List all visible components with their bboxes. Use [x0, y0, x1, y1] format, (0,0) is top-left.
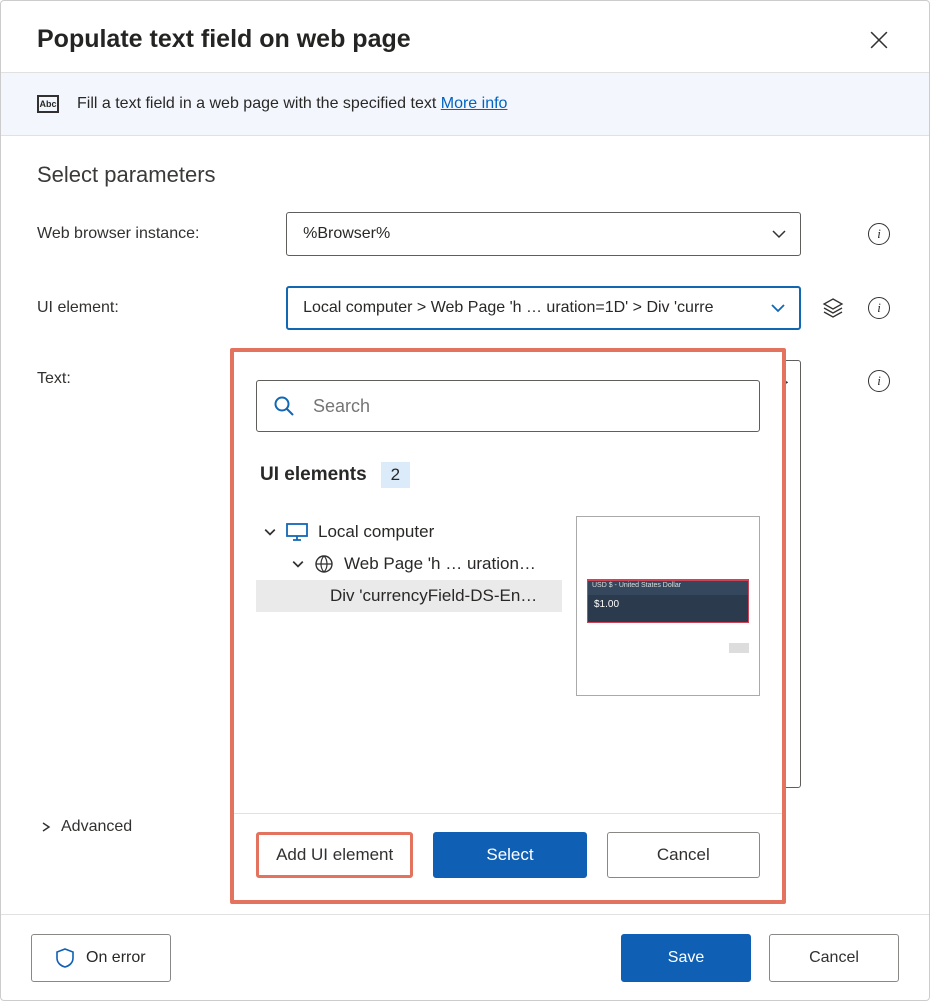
tree-root-label: Local computer [318, 522, 434, 542]
dialog-footer: On error Save Cancel [1, 914, 929, 1000]
save-button[interactable]: Save [621, 934, 751, 982]
cancel-button[interactable]: Cancel [769, 934, 899, 982]
info-strip-body: Fill a text field in a web page with the… [77, 95, 441, 112]
dialog-populate-text-field: Populate text field on web page Abc Fill… [0, 0, 930, 1001]
element-preview: USD $ - United States Dollar $1.00 [576, 516, 760, 696]
popover-footer: Add UI element Select Cancel [234, 813, 782, 878]
tree-node-leaf[interactable]: Div 'currencyField-DS-En… [256, 580, 562, 612]
ui-element-select-value: Local computer > Web Page 'h … uration=1… [303, 299, 713, 317]
preview-currency-value: $1.00 [588, 595, 748, 614]
add-ui-element-button[interactable]: Add UI element [256, 832, 413, 878]
search-input[interactable] [311, 395, 743, 418]
chevron-right-icon [41, 822, 51, 832]
tree-node-page[interactable]: Web Page 'h … uration… [256, 548, 562, 580]
advanced-label: Advanced [61, 818, 132, 836]
preview-currency-label: USD $ - United States Dollar [588, 581, 748, 595]
ui-element-select[interactable]: Local computer > Web Page 'h … uration=1… [286, 286, 801, 330]
chevron-down-icon [771, 303, 785, 313]
desktop-icon [286, 523, 308, 541]
cancel-button[interactable]: Cancel [607, 832, 760, 878]
info-strip-text: Fill a text field in a web page with the… [77, 95, 507, 113]
shield-icon [56, 948, 74, 968]
on-error-label: On error [86, 949, 146, 967]
browser-select-value: %Browser% [303, 225, 390, 243]
search-box[interactable] [256, 380, 760, 432]
dialog-title: Populate text field on web page [37, 25, 411, 54]
search-icon [273, 395, 295, 417]
param-ui-element-label: UI element: [37, 299, 268, 317]
param-browser-label: Web browser instance: [37, 225, 268, 243]
more-info-link[interactable]: More info [441, 95, 508, 112]
dialog-header: Populate text field on web page [1, 1, 929, 72]
section-title: Select parameters [37, 162, 893, 188]
tree-leaf-label: Div 'currencyField-DS-En… [330, 586, 537, 606]
param-browser-row: Web browser instance: %Browser% i [37, 212, 893, 256]
close-icon [870, 31, 888, 49]
ui-elements-title: UI elements [260, 464, 367, 486]
chevron-down-icon [292, 558, 304, 570]
close-button[interactable] [865, 26, 893, 54]
chevron-down-icon [264, 526, 276, 538]
globe-icon [314, 554, 334, 574]
tree-node-root[interactable]: Local computer [256, 516, 562, 548]
param-ui-element-row: UI element: Local computer > Web Page 'h… [37, 286, 893, 330]
select-button[interactable]: Select [433, 832, 586, 878]
layers-icon[interactable] [822, 297, 844, 319]
abc-icon: Abc [37, 95, 59, 113]
ui-element-picker-popover: UI elements 2 Local computer [230, 348, 786, 904]
info-icon[interactable]: i [868, 370, 890, 392]
ui-elements-tree: Local computer Web Page 'h … uration… Di… [256, 506, 562, 813]
ui-elements-count: 2 [381, 462, 410, 488]
browser-select[interactable]: %Browser% [286, 212, 801, 256]
info-icon[interactable]: i [868, 297, 890, 319]
chevron-down-icon [772, 229, 786, 239]
info-icon[interactable]: i [868, 223, 890, 245]
info-strip: Abc Fill a text field in a web page with… [1, 72, 929, 136]
on-error-button[interactable]: On error [31, 934, 171, 982]
tree-page-label: Web Page 'h … uration… [344, 554, 536, 574]
preview-resize-handle [729, 643, 749, 653]
ui-elements-heading: UI elements 2 [260, 462, 760, 488]
